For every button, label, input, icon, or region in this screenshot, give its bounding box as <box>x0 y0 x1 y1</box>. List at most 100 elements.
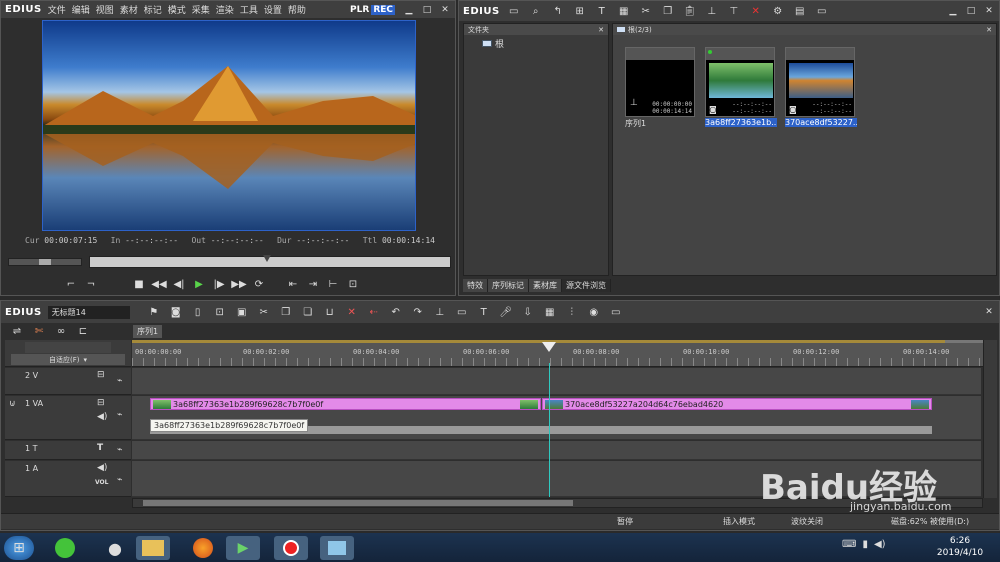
track-sync-icon[interactable]: ⇌ <box>9 325 25 339</box>
tab-effects[interactable]: 特效 <box>463 279 488 292</box>
taskbar-recorder-icon[interactable] <box>274 536 308 560</box>
bin-item-clip-1[interactable]: ◙ --:--:--:-- --:--:--:-- 3a68ff27363e1b… <box>705 47 777 127</box>
search-icon[interactable]: ⌕ <box>528 4 544 18</box>
minimize-icon[interactable]: ▁ <box>403 4 415 16</box>
menu-clip[interactable]: 素材 <box>120 3 138 16</box>
add-cut-icon[interactable]: ⊥ <box>432 305 448 319</box>
next-frame-icon[interactable]: |▶ <box>211 277 227 291</box>
bin-item-sequence[interactable]: ⊥ 00:00:00:00 00:00:14:14 序列1 <box>625 47 697 128</box>
title-icon[interactable]: T <box>476 305 492 319</box>
rewind-icon[interactable]: ◀◀ <box>151 277 167 291</box>
copy-icon[interactable]: ❐ <box>660 4 676 18</box>
loop-icon[interactable]: ⟳ <box>251 277 267 291</box>
link-icon[interactable]: ∞ <box>53 325 69 339</box>
fit-dropdown[interactable]: 自适应(F) ▾ <box>11 354 125 365</box>
taskbar-explorer-icon[interactable] <box>136 536 170 560</box>
track-1va[interactable]: 3a68ff27363e1b289f69628c7b7f0e0f 370ace8… <box>132 396 981 440</box>
shuttle-slider[interactable] <box>8 258 82 266</box>
open-icon[interactable]: ⊡ <box>212 305 228 319</box>
bin-menu-icon[interactable]: ▭ <box>814 4 830 18</box>
voiceover-icon[interactable]: 🎤︎ <box>498 305 514 319</box>
tab-source-browser[interactable]: 源文件浏览 <box>562 279 611 292</box>
menu-file[interactable]: 文件 <box>48 3 66 16</box>
cut-icon[interactable]: ✂ <box>638 4 654 18</box>
track-2v[interactable] <box>132 368 981 395</box>
folder-panel-close-icon[interactable]: ✕ <box>598 26 604 34</box>
play-icon[interactable]: ▶ <box>191 277 207 291</box>
bin-maximize-icon[interactable]: □ <box>965 5 977 17</box>
razor-icon[interactable]: ✄ <box>31 325 47 339</box>
menu-help[interactable]: 帮助 <box>288 3 306 16</box>
menu-settings[interactable]: 设置 <box>264 3 282 16</box>
timeline-clip-1[interactable]: 3a68ff27363e1b289f69628c7b7f0e0f <box>150 398 541 410</box>
add-clip-icon[interactable]: ⊞ <box>572 4 588 18</box>
track-head-1va[interactable]: ⊍ 1 VA ⊟ ◀︎) ⌁ <box>5 396 131 440</box>
track-head-1a[interactable]: 1 A ◀︎) VOL ⌁ <box>5 461 131 497</box>
timeline-menu-icon[interactable]: ▭ <box>608 305 624 319</box>
transition-icon[interactable]: ▭ <box>454 305 470 319</box>
taskbar-qq-icon[interactable]: ● <box>98 536 132 560</box>
track-head-1t[interactable]: 1 T T ⌁ <box>5 441 131 460</box>
clip-area-close-icon[interactable]: ✕ <box>986 26 992 34</box>
clock[interactable]: 6:26 2019/4/10 <box>930 535 990 559</box>
track-1t[interactable] <box>132 441 981 460</box>
delete-icon[interactable]: ✕ <box>748 4 764 18</box>
paste-icon[interactable]: 📋︎ <box>682 4 698 18</box>
mixer-icon[interactable]: ⫶ <box>564 305 580 319</box>
trim-icon[interactable]: ⊢ <box>325 277 341 291</box>
start-button[interactable]: ⊞ <box>4 536 34 560</box>
copy-icon[interactable]: ❐ <box>278 305 294 319</box>
delete-clip-icon[interactable]: ✕ <box>344 305 360 319</box>
menu-tools[interactable]: 工具 <box>240 3 258 16</box>
tab-sequence-markers[interactable]: 序列标记 <box>488 279 529 292</box>
ripple-delete-icon[interactable]: ⇠ <box>366 305 382 319</box>
bin-close-icon[interactable]: ✕ <box>983 5 995 17</box>
save-icon[interactable]: ▣ <box>234 305 250 319</box>
bin-item-clip-2[interactable]: ◙ --:--:--:-- --:--:--:-- 370ace8df53227… <box>785 47 857 127</box>
redo-icon[interactable]: ↷ <box>410 305 426 319</box>
position-slider[interactable] <box>89 255 451 268</box>
playhead-icon[interactable] <box>542 342 556 352</box>
fast-forward-icon[interactable]: ▶▶ <box>231 277 247 291</box>
replace-icon[interactable]: ⊔ <box>322 305 338 319</box>
track-head-2v[interactable]: 2 V ⊟ ⌁ <box>5 368 131 395</box>
color-bars-icon[interactable]: ▦ <box>616 4 632 18</box>
zoom-slider[interactable] <box>25 342 111 353</box>
set-out-icon[interactable]: ¬ <box>83 277 99 291</box>
insert-to-timeline-icon[interactable]: ⊤ <box>726 4 742 18</box>
menu-view[interactable]: 视图 <box>96 3 114 16</box>
playhead-marker[interactable] <box>263 255 271 262</box>
status-insert-mode[interactable]: 插入模式 <box>723 516 755 527</box>
add-to-timeline-icon[interactable]: ⊥ <box>704 4 720 18</box>
set-in-icon[interactable]: ⌐ <box>63 277 79 291</box>
menu-edit[interactable]: 编辑 <box>72 3 90 16</box>
taskbar-firefox-icon[interactable] <box>186 536 220 560</box>
close-icon[interactable]: ✕ <box>439 4 451 16</box>
tray-network-icon[interactable]: ▮ <box>862 539 868 550</box>
up-folder-icon[interactable]: ↰ <box>550 4 566 18</box>
properties-icon[interactable]: ⚙ <box>770 4 786 18</box>
folder-icon[interactable]: ▭ <box>506 4 522 18</box>
group-icon[interactable]: ⊏ <box>75 325 91 339</box>
tray-input-icon[interactable]: ⌨ <box>842 539 856 550</box>
menu-render[interactable]: 渲染 <box>216 3 234 16</box>
maximize-icon[interactable]: □ <box>421 4 433 16</box>
export-icon[interactable]: ⇩ <box>520 305 536 319</box>
taskbar-edius-icon[interactable]: ▶ <box>226 536 260 560</box>
stop-icon[interactable]: ■ <box>131 277 147 291</box>
timeline-clip-2[interactable]: 370ace8df53227a204d64c76ebad4620 <box>542 398 932 410</box>
menu-mode[interactable]: 模式 <box>168 3 186 16</box>
timeline-close-icon[interactable]: ✕ <box>983 306 995 318</box>
sequence-settings-icon[interactable]: ⚑ <box>146 305 162 319</box>
prev-frame-icon[interactable]: ◀| <box>171 277 187 291</box>
overwrite-icon[interactable]: ⇥ <box>305 277 321 291</box>
taskbar-app-icon[interactable] <box>320 536 354 560</box>
title-icon[interactable]: T <box>594 4 610 18</box>
insert-icon[interactable]: ⇤ <box>285 277 301 291</box>
plr-button[interactable]: PLR <box>348 5 371 15</box>
rec-button[interactable]: REC <box>371 4 395 15</box>
taskbar-app-green-icon[interactable] <box>48 536 82 560</box>
tray-volume-icon[interactable]: ◀︎) <box>874 539 886 550</box>
multicam-icon[interactable]: ▦ <box>542 305 558 319</box>
cut-icon[interactable]: ✂ <box>256 305 272 319</box>
